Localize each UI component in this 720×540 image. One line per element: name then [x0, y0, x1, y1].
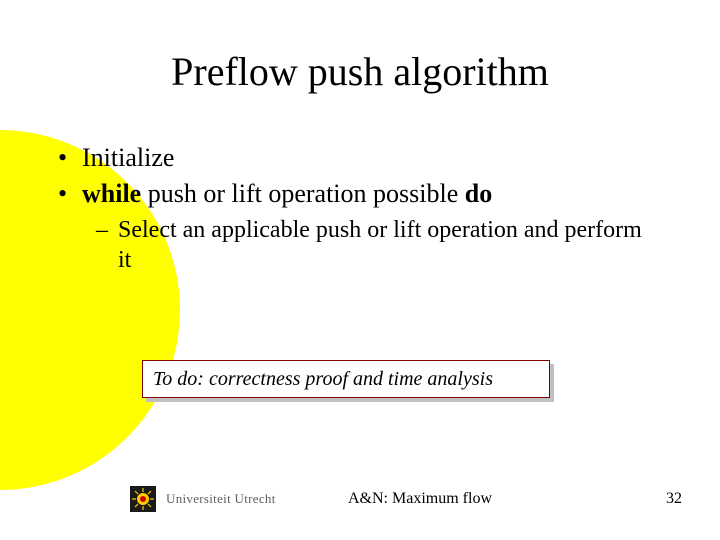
bullet-item: • while push or lift operation possible … — [58, 179, 720, 209]
sub-bullet-item: – Select an applicable push or lift oper… — [96, 215, 656, 275]
bullet-marker: • — [58, 143, 82, 173]
kw-do: do — [465, 179, 492, 208]
bullet-text: while push or lift operation possible do — [82, 179, 492, 209]
bullet-marker: • — [58, 179, 82, 209]
bullet-list: • Initialize • while push or lift operat… — [58, 143, 720, 275]
callout-content: To do: correctness proof and time analys… — [142, 360, 550, 398]
slide-footer: Universiteit Utrecht A&N: Maximum flow 3… — [0, 482, 720, 512]
kw-while: while — [82, 179, 141, 208]
callout-box: To do: correctness proof and time analys… — [142, 360, 550, 398]
dash-marker: – — [96, 215, 118, 245]
footer-center-text: A&N: Maximum flow — [0, 490, 720, 508]
bullet-mid: push or lift operation possible — [141, 179, 465, 208]
slide-content: Preflow push algorithm • Initialize • wh… — [0, 0, 720, 540]
callout-text: To do: correctness proof and time analys… — [153, 368, 493, 391]
page-number: 32 — [666, 490, 682, 508]
bullet-text: Initialize — [82, 143, 174, 173]
sub-bullet-text: Select an applicable push or lift operat… — [118, 215, 656, 275]
bullet-item: • Initialize — [58, 143, 720, 173]
slide-title: Preflow push algorithm — [0, 0, 720, 95]
